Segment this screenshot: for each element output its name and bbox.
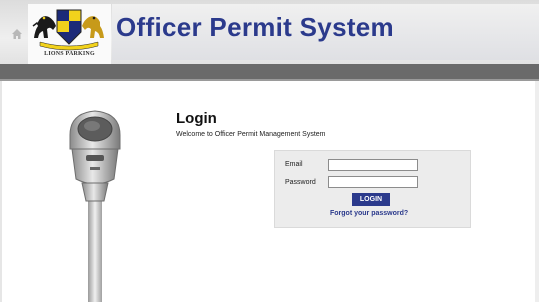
header-divider-shadow [0,79,539,81]
home-icon[interactable] [11,28,23,40]
password-label: Password [285,179,316,186]
logo-caption: LIONS PARKING [44,51,95,57]
login-button[interactable]: LOGIN [352,193,390,206]
right-edge [535,81,539,302]
lions-parking-logo[interactable]: LIONS PARKING [28,4,111,64]
welcome-text: Welcome to Officer Permit Management Sys… [176,131,326,138]
password-field[interactable] [328,176,418,188]
parking-meter-image [69,110,121,302]
app-header: LIONS PARKING Officer Permit System [0,0,539,64]
left-edge [0,81,2,302]
forgot-password-link[interactable]: Forgot your password? [330,210,408,217]
login-form: Email Password LOGIN Forgot your passwor… [274,150,471,228]
email-label: Email [285,161,303,168]
app-title: Officer Permit System [116,12,394,42]
logo-crest-icon [32,9,104,51]
header-divider-bar [0,64,539,79]
email-field[interactable] [328,159,418,171]
login-title: Login [176,110,217,127]
